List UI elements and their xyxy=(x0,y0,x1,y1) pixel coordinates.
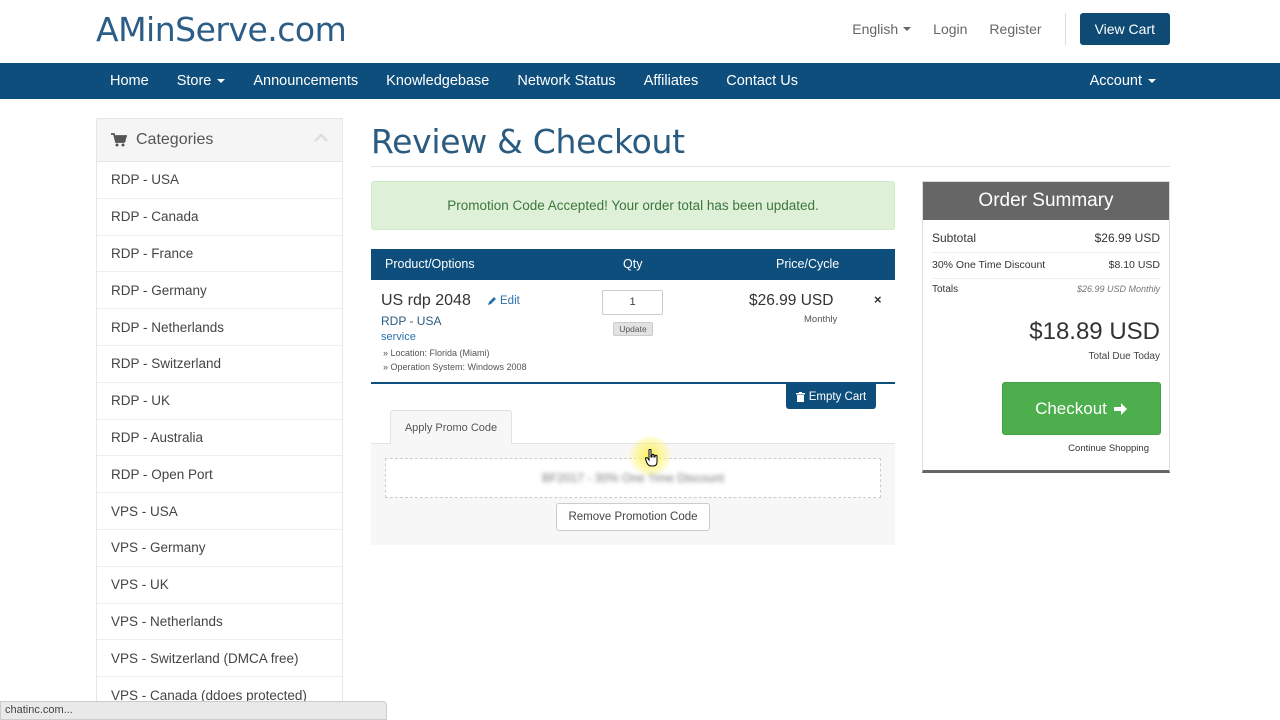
nav-contact-us[interactable]: Contact Us xyxy=(712,73,812,89)
edit-product-link[interactable]: Edit xyxy=(487,295,520,307)
cart-table-header: Product/Options Qty Price/Cycle xyxy=(371,249,895,280)
category-item[interactable]: RDP - Canada xyxy=(97,199,342,236)
billing-cycle: Monthly xyxy=(804,314,838,325)
arrow-right-icon xyxy=(1113,402,1127,415)
caret-down-icon xyxy=(217,79,226,83)
remove-item-icon[interactable]: × xyxy=(874,292,882,307)
category-item[interactable]: VPS - Netherlands xyxy=(97,604,342,641)
category-item[interactable]: RDP - UK xyxy=(97,383,342,420)
update-qty-button[interactable]: Update xyxy=(613,322,653,336)
caret-down-icon xyxy=(1148,79,1156,83)
category-item[interactable]: RDP - Netherlands xyxy=(97,309,342,346)
language-dropdown[interactable]: English xyxy=(841,21,922,37)
subtotal-value: $26.99 USD xyxy=(1094,231,1160,245)
register-link[interactable]: Register xyxy=(978,21,1052,37)
categories-title: Categories xyxy=(136,131,214,148)
col-price-header: Price/Cycle xyxy=(776,257,840,271)
quantity-input[interactable]: 1 xyxy=(602,290,663,315)
page-title: Review & Checkout xyxy=(371,122,685,161)
nav-store-label: Store xyxy=(176,73,212,89)
subtotal-row: Subtotal $26.99 USD xyxy=(932,231,1160,245)
totals-value: $26.99 USD Monthly xyxy=(1076,284,1160,294)
order-summary-title: Order Summary xyxy=(923,182,1169,220)
continue-shopping-link[interactable]: Continue Shopping xyxy=(1068,443,1149,454)
title-divider xyxy=(371,166,1170,167)
nav-network-status[interactable]: Network Status xyxy=(503,73,629,89)
totals-label: Totals xyxy=(932,284,959,295)
cart-item-row: US rdp 2048 Edit RDP - USA service » Loc… xyxy=(371,280,895,384)
product-group: RDP - USA xyxy=(381,314,442,328)
browser-status-bar: chatinc.com... xyxy=(0,701,387,720)
chevron-up-icon[interactable] xyxy=(314,133,328,143)
category-item[interactable]: VPS - Germany xyxy=(97,530,342,567)
nav-affiliates[interactable]: Affiliates xyxy=(630,73,713,89)
login-link[interactable]: Login xyxy=(922,21,978,37)
checkout-button[interactable]: Checkout xyxy=(1002,382,1161,435)
categories-panel: Categories RDP - USA RDP - Canada RDP - … xyxy=(96,118,343,718)
checkout-label: Checkout xyxy=(1035,398,1107,418)
tab-apply-promo-code[interactable]: Apply Promo Code xyxy=(390,410,512,444)
category-item[interactable]: RDP - France xyxy=(97,236,342,273)
discount-label: 30% One Time Discount xyxy=(932,259,1046,271)
nav-home[interactable]: Home xyxy=(96,73,163,89)
hand-cursor-icon xyxy=(645,449,658,467)
empty-cart-label: Empty Cart xyxy=(808,390,867,403)
product-name: US rdp 2048 xyxy=(381,292,471,309)
applied-promo-code: BF2017 - 30% One Time Discount xyxy=(541,471,725,485)
product-option: » Location: Florida (Miami) xyxy=(383,348,490,358)
col-product-header: Product/Options xyxy=(385,257,475,271)
subtotal-label: Subtotal xyxy=(932,231,977,245)
top-header: AMinServe.com English Login Register Vie… xyxy=(0,0,1280,63)
item-price: $26.99 USD xyxy=(749,292,834,309)
category-item[interactable]: RDP - Germany xyxy=(97,272,342,310)
discount-value: $8.10 USD xyxy=(1108,259,1160,271)
discount-row: 30% One Time Discount $8.10 USD xyxy=(932,259,1160,271)
nav-account[interactable]: Account xyxy=(1076,73,1170,89)
category-item[interactable]: RDP - Switzerland xyxy=(97,346,342,383)
remove-promo-button[interactable]: Remove Promotion Code xyxy=(556,503,710,531)
empty-cart-button[interactable]: Empty Cart xyxy=(786,384,876,409)
col-qty-header: Qty xyxy=(623,257,643,271)
category-item[interactable]: VPS - UK xyxy=(97,567,342,604)
main-nav: Home Store Announcements Knowledgebase N… xyxy=(0,63,1280,99)
category-item[interactable]: VPS - USA xyxy=(97,493,342,530)
category-item[interactable]: RDP - USA xyxy=(97,162,342,199)
nav-store[interactable]: Store xyxy=(163,73,240,89)
edit-label: Edit xyxy=(500,295,520,307)
product-type: service xyxy=(381,331,416,343)
view-cart-button[interactable]: View Cart xyxy=(1079,13,1170,45)
nav-knowledgebase[interactable]: Knowledgebase xyxy=(372,73,503,89)
divider xyxy=(1064,13,1066,45)
order-summary-panel: Order Summary Subtotal $26.99 USD 30% On… xyxy=(922,181,1170,473)
nav-announcements[interactable]: Announcements xyxy=(239,73,372,89)
divider xyxy=(932,278,1160,279)
categories-header[interactable]: Categories xyxy=(97,119,342,162)
caret-down-icon xyxy=(903,27,912,31)
shopping-cart-icon xyxy=(111,133,127,147)
language-label: English xyxy=(852,21,899,37)
product-option: » Operation System: Windows 2008 xyxy=(383,362,527,372)
total-due-amount: $18.89 USD xyxy=(1029,318,1160,345)
pencil-icon xyxy=(488,297,496,305)
category-item[interactable]: RDP - Australia xyxy=(97,420,342,457)
totals-row: Totals $26.99 USD Monthly xyxy=(932,284,1160,295)
divider xyxy=(932,252,1160,253)
promo-success-alert: Promotion Code Accepted! Your order tota… xyxy=(371,181,895,230)
trash-icon xyxy=(795,391,805,402)
site-logo[interactable]: AMinServe.com xyxy=(96,10,347,49)
category-item[interactable]: VPS - Switzerland (DMCA free) xyxy=(97,640,342,678)
category-item[interactable]: RDP - Open Port xyxy=(97,456,342,494)
nav-account-label: Account xyxy=(1089,73,1142,89)
total-due-label: Total Due Today xyxy=(1088,351,1160,362)
top-links: English Login Register View Cart xyxy=(841,13,1170,45)
